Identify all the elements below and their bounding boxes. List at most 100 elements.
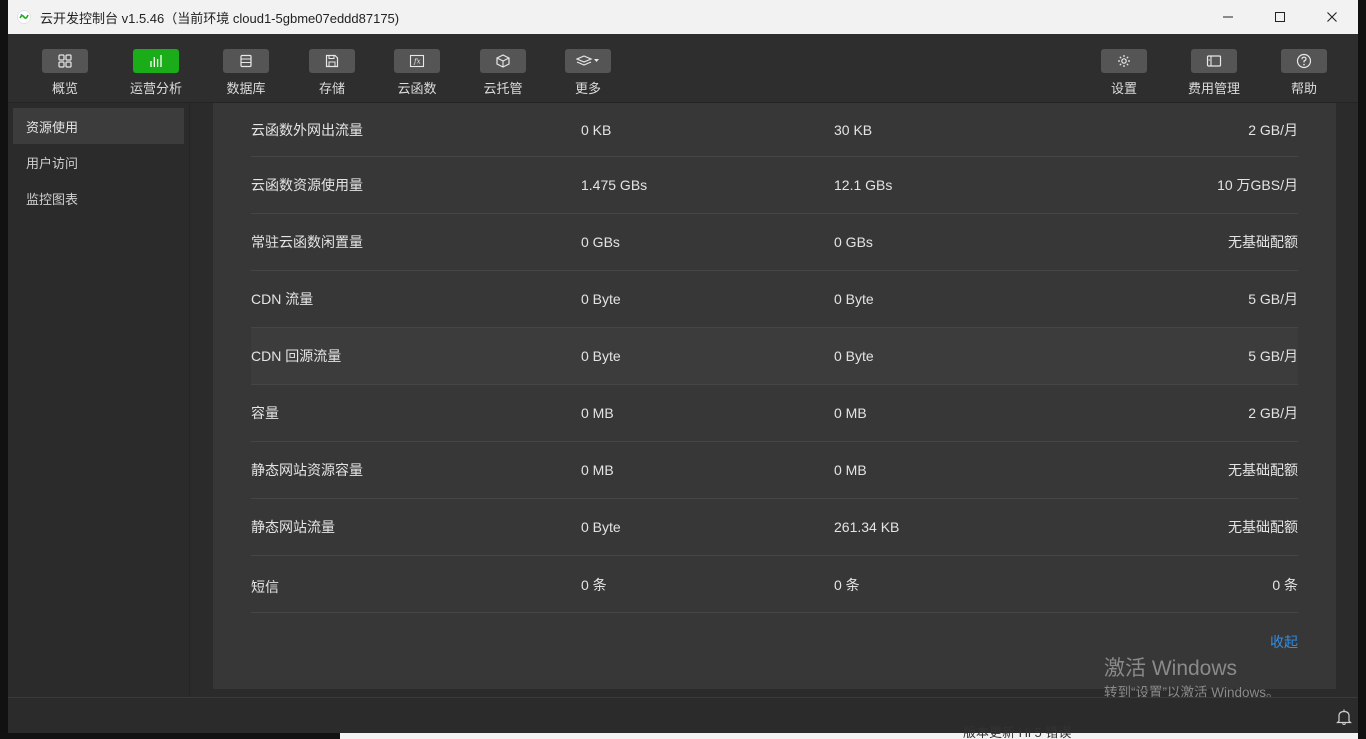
desktop-edge-right bbox=[1358, 0, 1366, 739]
resource-name: 常驻云函数闲置量 bbox=[251, 234, 363, 250]
table-row: CDN 流量 0 Byte 0 Byte 5 GB/月 bbox=[251, 271, 1298, 328]
box-icon bbox=[480, 49, 526, 73]
quota-value: 无基础配额 bbox=[1228, 462, 1298, 478]
toolbar-help-label: 帮助 bbox=[1290, 81, 1317, 96]
toolbar-settings[interactable]: 设置 bbox=[1079, 34, 1169, 103]
layers-icon bbox=[565, 49, 611, 73]
background-window-strip bbox=[0, 733, 340, 739]
minimize-button[interactable] bbox=[1202, 0, 1254, 34]
sidebar-item-label: 用户访问 bbox=[26, 155, 79, 171]
resource-name: CDN 回源流量 bbox=[251, 348, 342, 364]
usage-value-2: 0 Byte bbox=[834, 348, 874, 364]
grid-icon bbox=[42, 49, 88, 73]
resource-name: 短信 bbox=[251, 579, 279, 595]
background-window-strip-light bbox=[340, 733, 1358, 739]
usage-value-2: 0 Byte bbox=[834, 291, 874, 307]
usage-value-1: 1.475 GBs bbox=[581, 177, 648, 193]
resource-name: 云函数外网出流量 bbox=[251, 121, 363, 138]
bar-chart-icon bbox=[133, 49, 179, 73]
function-icon: fx bbox=[394, 49, 440, 73]
toolbar-analytics-label: 运营分析 bbox=[129, 81, 182, 96]
background-window-text: 版本更新 Hi 5 错误 bbox=[963, 725, 1072, 739]
resource-name: 静态网站资源容量 bbox=[251, 462, 363, 478]
sidebar-item-monitoring[interactable]: 监控图表 bbox=[13, 180, 184, 216]
usage-value-2: 12.1 GBs bbox=[834, 177, 893, 193]
activation-title: 激活 Windows bbox=[1104, 657, 1238, 680]
quota-value: 2 GB/月 bbox=[1248, 405, 1298, 421]
usage-value-1: 0 KB bbox=[581, 121, 612, 138]
usage-table: 云函数外网出流量 0 KB 30 KB 2 GB/月 云函数资源使用量 1.47… bbox=[251, 103, 1298, 613]
minimize-icon bbox=[1223, 16, 1233, 18]
collapse-link[interactable]: 收起 bbox=[1270, 632, 1298, 652]
table-row: 短信 0 条 0 条 0 条 bbox=[251, 556, 1298, 613]
toolbar-functions[interactable]: fx 云函数 bbox=[372, 34, 462, 103]
sidebar-item-resource-usage[interactable]: 资源使用 bbox=[13, 108, 184, 144]
usage-value-2: 261.34 KB bbox=[834, 519, 900, 535]
maximize-button[interactable] bbox=[1254, 0, 1306, 34]
resource-name: 静态网站流量 bbox=[251, 519, 335, 535]
toolbar-hosting-label: 云托管 bbox=[483, 81, 523, 96]
wallet-icon bbox=[1191, 49, 1237, 73]
app-logo-icon bbox=[16, 9, 32, 25]
desktop-edge-left bbox=[0, 0, 8, 739]
toolbar-settings-label: 设置 bbox=[1110, 81, 1137, 96]
database-icon bbox=[223, 49, 269, 73]
window-title: 云开发控制台 v1.5.46（当前环境 cloud1-5gbme07eddd87… bbox=[40, 10, 400, 26]
quota-value: 5 GB/月 bbox=[1248, 348, 1298, 364]
toolbar-more[interactable]: 更多 bbox=[543, 34, 633, 103]
resource-name: 容量 bbox=[251, 405, 279, 421]
table-row: 云函数资源使用量 1.475 GBs 12.1 GBs 10 万GBS/月 bbox=[251, 157, 1298, 214]
toolbar-functions-label: 云函数 bbox=[397, 81, 437, 96]
maximize-icon bbox=[1275, 12, 1285, 22]
toolbar-database-label: 数据库 bbox=[226, 81, 266, 96]
quota-value: 5 GB/月 bbox=[1248, 291, 1298, 307]
usage-value-1: 0 MB bbox=[581, 462, 614, 478]
title-bar: 云开发控制台 v1.5.46（当前环境 cloud1-5gbme07eddd87… bbox=[8, 0, 1358, 34]
toolbar-help[interactable]: 帮助 bbox=[1259, 34, 1349, 103]
window-controls bbox=[1202, 0, 1358, 34]
help-icon bbox=[1281, 49, 1327, 73]
usage-value-2: 0 GBs bbox=[834, 234, 873, 250]
sidebar: 资源使用 用户访问 监控图表 bbox=[8, 103, 190, 697]
usage-value-2: 0 MB bbox=[834, 405, 867, 421]
close-button[interactable] bbox=[1306, 0, 1358, 34]
sidebar-item-label: 监控图表 bbox=[26, 191, 79, 207]
usage-value-1: 0 条 bbox=[581, 577, 607, 593]
main-toolbar: 概览 运营分析 数据库 存储 fx 云函数 云托管 更多 设置 费用管理 帮助 bbox=[8, 34, 1358, 103]
toolbar-storage[interactable]: 存储 bbox=[287, 34, 377, 103]
usage-value-1: 0 Byte bbox=[581, 291, 621, 307]
quota-value: 2 GB/月 bbox=[1248, 121, 1298, 138]
usage-value-2: 0 MB bbox=[834, 462, 867, 478]
toolbar-billing-label: 费用管理 bbox=[1187, 81, 1240, 96]
toolbar-database[interactable]: 数据库 bbox=[201, 34, 291, 103]
toolbar-storage-label: 存储 bbox=[318, 81, 345, 96]
bell-icon[interactable] bbox=[1336, 708, 1352, 726]
usage-value-1: 0 GBs bbox=[581, 234, 620, 250]
toolbar-billing[interactable]: 费用管理 bbox=[1169, 34, 1259, 103]
usage-value-1: 0 MB bbox=[581, 405, 614, 421]
table-row: 静态网站流量 0 Byte 261.34 KB 无基础配额 bbox=[251, 499, 1298, 556]
table-row: 云函数外网出流量 0 KB 30 KB 2 GB/月 bbox=[251, 103, 1298, 157]
gear-icon bbox=[1101, 49, 1147, 73]
app-window: 云开发控制台 v1.5.46（当前环境 cloud1-5gbme07eddd87… bbox=[8, 0, 1358, 739]
svg-text:fx: fx bbox=[413, 58, 421, 66]
usage-value-2: 30 KB bbox=[834, 121, 873, 138]
usage-value-1: 0 Byte bbox=[581, 519, 621, 535]
quota-value: 0 条 bbox=[1272, 577, 1298, 593]
resource-name: CDN 流量 bbox=[251, 291, 314, 307]
sidebar-item-user-access[interactable]: 用户访问 bbox=[13, 144, 184, 180]
toolbar-overview-label: 概览 bbox=[51, 81, 78, 96]
toolbar-hosting[interactable]: 云托管 bbox=[458, 34, 548, 103]
sidebar-item-label: 资源使用 bbox=[26, 119, 79, 135]
table-row-hovered: CDN 回源流量 0 Byte 0 Byte 5 GB/月 bbox=[251, 328, 1298, 385]
quota-value: 无基础配额 bbox=[1228, 234, 1298, 250]
table-row: 容量 0 MB 0 MB 2 GB/月 bbox=[251, 385, 1298, 442]
quota-value: 10 万GBS/月 bbox=[1217, 177, 1298, 193]
toolbar-overview[interactable]: 概览 bbox=[20, 34, 110, 103]
toolbar-more-label: 更多 bbox=[574, 81, 601, 96]
quota-value: 无基础配额 bbox=[1228, 519, 1298, 535]
toolbar-analytics[interactable]: 运营分析 bbox=[111, 34, 201, 103]
save-icon bbox=[309, 49, 355, 73]
table-row: 静态网站资源容量 0 MB 0 MB 无基础配额 bbox=[251, 442, 1298, 499]
table-row: 常驻云函数闲置量 0 GBs 0 GBs 无基础配额 bbox=[251, 214, 1298, 271]
